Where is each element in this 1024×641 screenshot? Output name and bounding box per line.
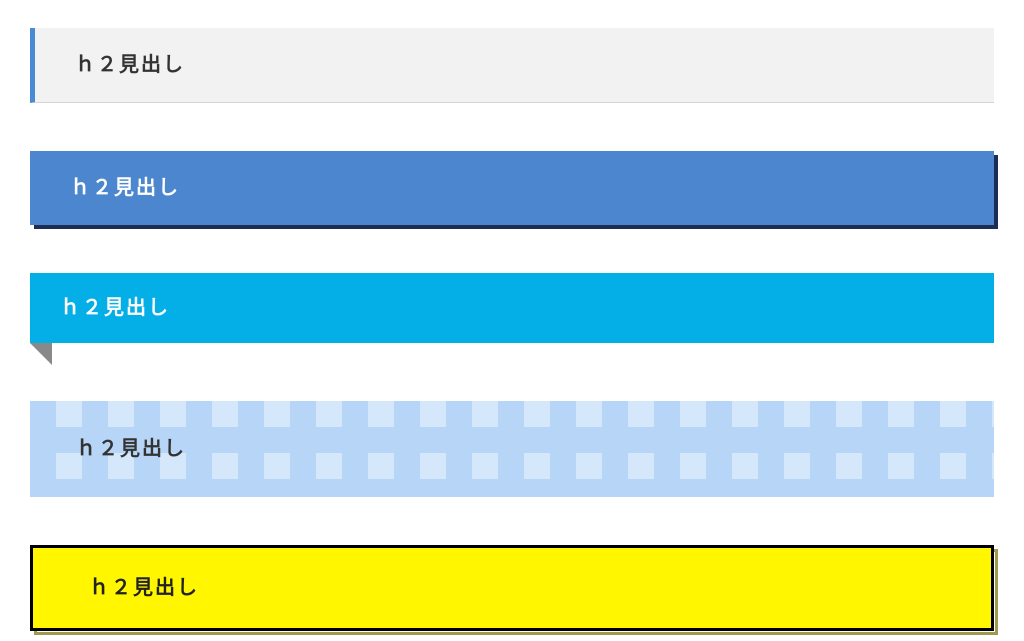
h2-heading-boxed: ｈ２見出し (30, 545, 994, 631)
heading-styles-preview: ｈ２見出し ｈ２見出し ｈ２見出し ｈ２見出し ｈ２見出し (0, 0, 1024, 641)
h2-heading-shadow: ｈ２見出し (30, 151, 994, 225)
h2-heading-checker: ｈ２見出し (30, 401, 994, 497)
h2-heading-left-accent: ｈ２見出し (30, 28, 994, 103)
h2-heading-boxed-wrap: ｈ２見出し (30, 545, 994, 631)
h2-heading-ribbon: ｈ２見出し (30, 273, 994, 343)
